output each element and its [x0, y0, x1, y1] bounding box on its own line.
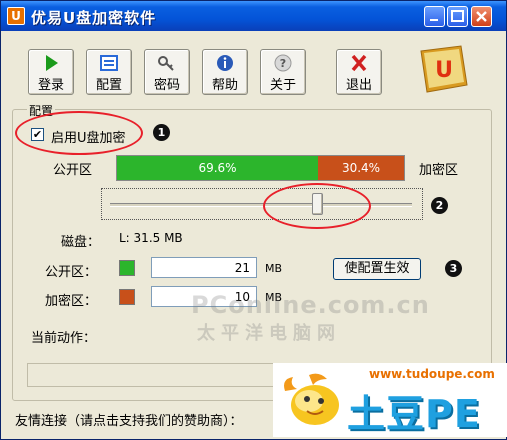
tudoupe-url: www.tudoupe.com	[369, 367, 495, 381]
annotation-ellipse-2	[263, 183, 371, 229]
public-size-label: 公开区：	[45, 265, 98, 280]
disk-value: L: 31.5 MB	[119, 231, 183, 245]
title-bar[interactable]: U 优易U盘加密软件	[1, 1, 506, 31]
pconline-watermark: PConline.com.cn	[191, 291, 430, 319]
password-button[interactable]: 密码	[144, 49, 190, 95]
help-button-label: 帮助	[211, 78, 238, 93]
partition-slider[interactable]	[101, 188, 423, 220]
apply-config-button[interactable]: 使配置生效	[333, 258, 421, 280]
current-action-label: 当前动作：	[31, 331, 97, 346]
maximize-icon	[451, 10, 464, 22]
public-size-unit: MB	[265, 262, 283, 275]
close-x-icon	[351, 54, 367, 72]
disk-label: 磁盘：	[61, 235, 101, 250]
partition-ratio-bar: 69.6% 30.4%	[116, 155, 405, 181]
config-icon	[100, 55, 118, 71]
svg-text:?: ?	[280, 57, 286, 70]
logo-letter: U	[435, 58, 453, 83]
window-title: 优易U盘加密软件	[31, 9, 157, 27]
app-icon: U	[7, 7, 25, 25]
app-window: U 优易U盘加密软件 登录 配置 密码 帮助 ? 关于 退出 U 配置 ✔ 启用…	[0, 0, 507, 440]
about-button-label: 关于	[269, 78, 296, 93]
info-icon	[217, 55, 233, 71]
play-icon	[46, 55, 58, 71]
public-size-value: 21	[234, 261, 250, 275]
exit-button[interactable]: 退出	[336, 49, 382, 95]
tudoupe-brand: 土豆PE	[347, 392, 481, 436]
help-button[interactable]: 帮助	[202, 49, 248, 95]
tudou-mascot-icon	[284, 373, 339, 425]
close-button[interactable]	[471, 6, 492, 27]
tudoupe-watermark: www.tudoupe.com 土豆PE	[273, 363, 507, 437]
encrypted-ratio-segment: 30.4%	[318, 156, 404, 180]
public-ratio-segment: 69.6%	[117, 156, 318, 180]
public-zone-label: 公开区	[53, 163, 93, 178]
login-button-label: 登录	[37, 78, 64, 93]
exit-button-label: 退出	[345, 78, 372, 93]
public-color-swatch	[119, 260, 135, 276]
maximize-button[interactable]	[447, 6, 468, 27]
about-button[interactable]: ? 关于	[260, 49, 306, 95]
encrypted-zone-label: 加密区	[419, 163, 459, 178]
annotation-ellipse-1	[15, 111, 143, 155]
close-icon	[476, 11, 487, 22]
password-button-label: 密码	[153, 78, 180, 93]
usb-logo-icon: U	[420, 45, 468, 93]
sponsor-label: 友情连接（请点击支持我们的赞助商）：	[15, 414, 243, 429]
annotation-marker-2: 2	[431, 197, 448, 214]
minimize-button[interactable]	[424, 6, 445, 27]
public-size-field[interactable]: 21	[151, 257, 257, 278]
annotation-marker-1: 1	[153, 124, 170, 141]
config-button[interactable]: 配置	[86, 49, 132, 95]
encrypted-size-label: 加密区：	[45, 294, 98, 309]
encrypted-color-swatch	[119, 289, 135, 305]
key-icon	[158, 56, 174, 71]
annotation-marker-3: 3	[445, 260, 462, 277]
login-button[interactable]: 登录	[28, 49, 74, 95]
question-icon: ?	[274, 54, 292, 72]
minimize-icon	[430, 19, 438, 21]
config-button-label: 配置	[95, 78, 122, 93]
pconline-watermark-cn: 太平洋电脑网	[197, 323, 341, 344]
